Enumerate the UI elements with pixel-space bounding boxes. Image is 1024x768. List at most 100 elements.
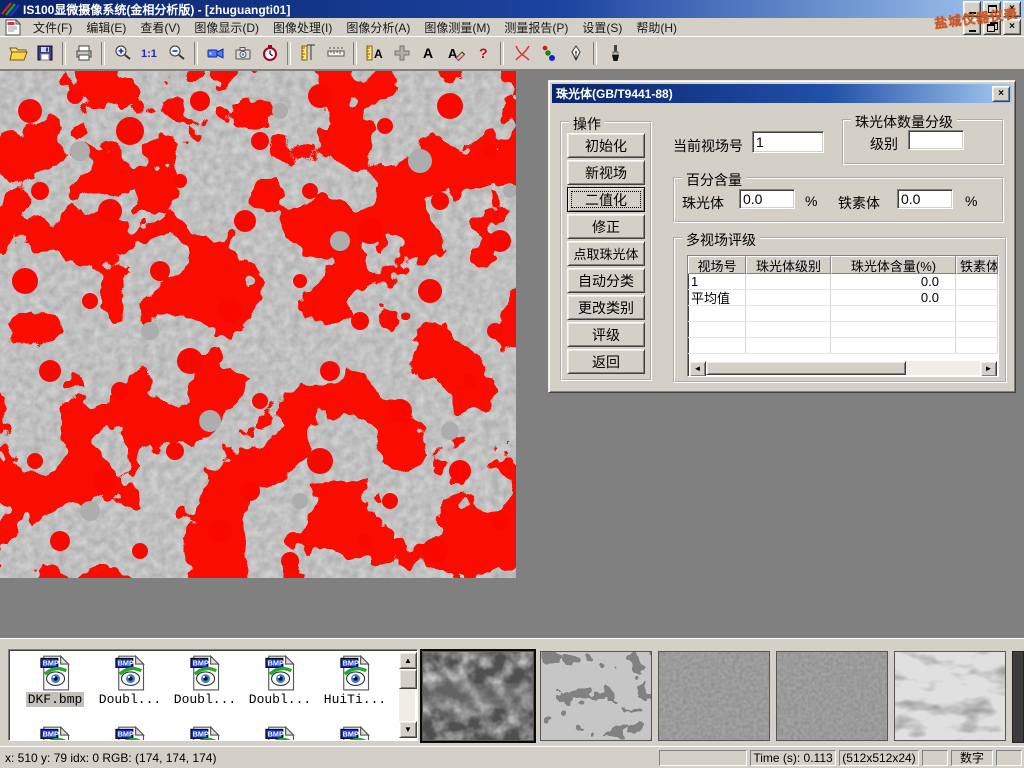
file-browser[interactable]: BMP DKF.bmp Doubl... Doubl... [8,649,418,741]
grade-button[interactable]: 评级 [567,322,645,347]
col-ferrite-content[interactable]: 铁素体含量(%) [956,256,998,274]
app-icon[interactable] [0,1,20,17]
file-name[interactable]: HuiTi... [322,692,388,707]
svg-text:A: A [374,47,383,61]
return-button[interactable]: 返回 [567,349,645,374]
operations-group: 操作 初始化 新视场 二值化 修正 点取珠光体 自动分类 更改类别 评级 返回 [560,121,652,381]
minimize-button[interactable] [963,1,981,17]
zoom-in-button[interactable] [109,40,136,67]
print-button[interactable] [70,40,97,67]
change-class-button[interactable]: 更改类别 [567,295,645,320]
document-icon[interactable] [3,19,23,36]
file-name[interactable]: Doubl... [247,692,313,707]
thumbnail-3[interactable] [658,651,770,741]
video-capture-button[interactable] [202,40,229,67]
mdi-restore-button[interactable] [983,19,1001,35]
thumbnail-1[interactable] [422,651,534,741]
col-pearlite-content[interactable]: 珠光体含量(%) [831,256,956,274]
ferrite-percent-input[interactable] [897,189,953,209]
caliper-measure-button[interactable] [295,40,322,67]
menu-view[interactable]: 查看(V) [133,18,187,37]
bmp-file-icon [115,726,145,741]
thumbnail-2[interactable] [540,651,652,741]
pearlite-percent-input[interactable] [739,189,795,209]
file-name[interactable]: Doubl... [172,692,238,707]
timer-button[interactable] [256,40,283,67]
rgb-points-button[interactable] [535,40,562,67]
move-button[interactable] [388,40,415,67]
scrollbar-thumb[interactable] [706,361,906,375]
file-item[interactable]: Doubl... [244,655,316,707]
binarize-button[interactable]: 二值化 [567,187,645,212]
auto-classify-button[interactable]: 自动分类 [567,268,645,293]
file-item[interactable]: Doubl... [169,655,241,707]
dialog-close-button[interactable]: × [992,86,1010,102]
new-field-button[interactable]: 新视场 [567,160,645,185]
file-item[interactable] [244,726,316,741]
calibrate-button[interactable]: A [361,40,388,67]
table-row [688,306,998,322]
thumbnail-4[interactable] [776,651,888,741]
thumbnail-partial[interactable] [1012,651,1024,743]
micrograph-image[interactable] [0,71,516,578]
actual-size-button[interactable]: 1:1 [136,40,163,67]
close-button[interactable]: × [1003,1,1021,17]
menu-settings[interactable]: 设置(S) [575,18,629,37]
current-field-input[interactable] [752,131,824,153]
curve-tool-button[interactable] [508,40,535,67]
file-item[interactable] [19,726,91,741]
close-icon: × [1009,22,1015,32]
brush-tool-button[interactable] [601,40,628,67]
col-field-number[interactable]: 视场号 [688,256,746,274]
pen-tool-button[interactable] [562,40,589,67]
menu-image-analysis[interactable]: 图像分析(A) [339,18,417,37]
maximize-button[interactable] [983,1,1001,17]
menu-edit[interactable]: 编辑(E) [79,18,133,37]
font-button[interactable]: A [442,40,469,67]
menu-image-processing[interactable]: 图像处理(I) [266,18,339,37]
menu-help[interactable]: 帮助(H) [629,18,684,37]
bmp-file-icon [40,726,70,741]
file-name[interactable]: DKF.bmp [26,692,85,707]
file-name[interactable]: Doubl... [97,692,163,707]
ruler-measure-button[interactable] [322,40,349,67]
menu-image-measure[interactable]: 图像测量(M) [417,18,497,37]
scroll-right-button[interactable]: ► [980,361,997,377]
help-button[interactable]: ? [469,40,496,67]
multi-field-table[interactable]: 视场号 珠光体级别 珠光体含量(%) 铁素体含量(%) 1 0.0 平均值 [687,255,999,377]
file-item[interactable] [319,726,391,741]
file-item[interactable] [169,726,241,741]
grading-group: 珠光体数量分级 级别 [842,119,1004,165]
menu-file[interactable]: 文件(F) [26,18,79,37]
col-pearlite-level[interactable]: 珠光体级别 [746,256,831,274]
menu-image-display[interactable]: 图像显示(D) [187,18,266,37]
save-button[interactable] [31,40,58,67]
photo-capture-button[interactable] [229,40,256,67]
initialize-button[interactable]: 初始化 [567,133,645,158]
scroll-down-button[interactable]: ▼ [399,721,417,738]
text-annotation-button[interactable]: A [415,40,442,67]
level-input[interactable] [908,130,964,150]
menu-measure-report[interactable]: 测量报告(P) [497,18,575,37]
thumbnail-5[interactable] [894,651,1006,741]
pick-pearlite-button[interactable]: 点取珠光体 [567,241,645,266]
status-time: Time (s): 0.113 [750,750,836,766]
scroll-left-button[interactable]: ◄ [689,361,706,377]
status-bar: x: 510 y: 79 idx: 0 RGB: (174, 174, 174)… [0,746,1024,768]
open-button[interactable] [4,40,31,67]
table-row[interactable]: 1 0.0 [688,274,998,290]
file-item[interactable]: DKF.bmp [19,655,91,707]
toolbar-separator [101,42,105,65]
file-item[interactable]: Doubl... [94,655,166,707]
mdi-minimize-button[interactable] [963,19,981,35]
table-horizontal-scrollbar[interactable]: ◄ ► [689,361,997,375]
correct-button[interactable]: 修正 [567,214,645,239]
mdi-close-button[interactable]: × [1003,19,1021,35]
file-item[interactable] [94,726,166,741]
zoom-out-button[interactable] [163,40,190,67]
table-row[interactable]: 平均值 0.0 [688,290,998,306]
file-item[interactable]: HuiTi... [319,655,391,707]
scroll-up-button[interactable]: ▲ [399,652,417,669]
file-list-scrollbar[interactable]: ▲ ▼ [399,652,415,738]
scrollbar-thumb[interactable] [399,669,417,689]
